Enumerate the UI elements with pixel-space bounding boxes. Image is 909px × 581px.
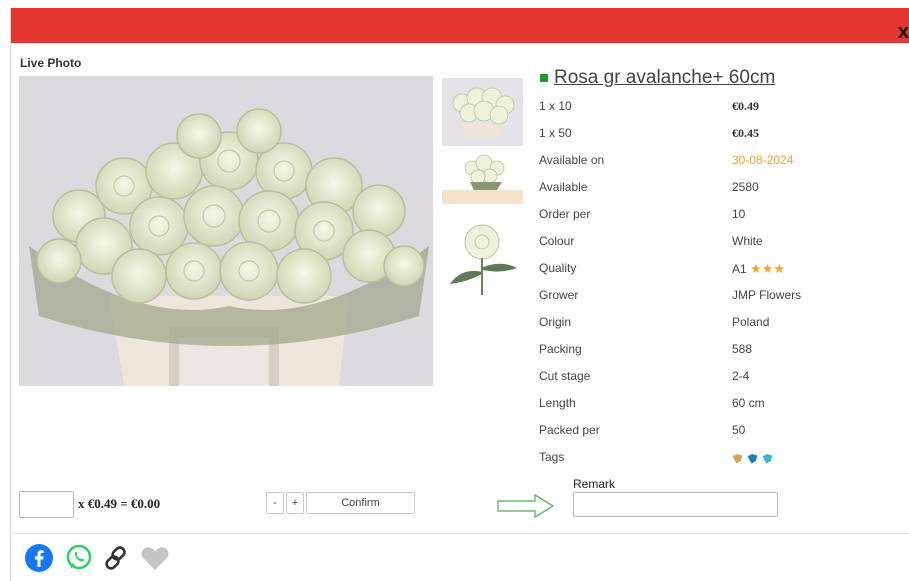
quality-grade: A1 [732, 262, 747, 276]
link-icon[interactable] [102, 543, 132, 573]
modal-header: x [10, 8, 909, 43]
price-formula: x €0.49 = €0.00 [78, 496, 161, 511]
thumbnail-3[interactable] [442, 212, 523, 295]
confirm-button[interactable]: Confirm [306, 492, 415, 514]
increase-button[interactable]: + [286, 492, 304, 514]
tags-value [732, 450, 882, 467]
spec-label: Origin [539, 315, 572, 329]
spec-label: Length [539, 396, 576, 410]
availability-indicator [540, 74, 548, 82]
spec-value: 30-08-2024 [732, 153, 794, 167]
remark-label: Remark [573, 477, 616, 491]
spec-label: Grower [539, 288, 579, 302]
modal-border [10, 8, 11, 581]
spec-label: Order per [539, 207, 591, 221]
spec-value: 60 cm [732, 396, 765, 410]
star-icon: ★ [773, 261, 785, 276]
quantity-input[interactable] [19, 491, 74, 518]
star-icon: ★ [761, 261, 774, 276]
spec-value: Poland [732, 315, 770, 329]
spec-label: 1 x 10 [539, 99, 572, 113]
spec-label: Available on [539, 153, 605, 167]
spec-label: 1 x 50 [539, 126, 572, 140]
spec-value: 2-4 [732, 369, 750, 383]
spec-value: 10 [732, 207, 746, 221]
spec-value: €0.49 [732, 99, 759, 113]
tag-icon [762, 454, 773, 464]
tag-icon [747, 454, 758, 464]
spec-label: Colour [539, 234, 575, 248]
spec-value: 588 [732, 342, 753, 356]
whatsapp-icon[interactable] [64, 543, 94, 573]
top-strip [0, 0, 909, 8]
spec-value: 2580 [732, 180, 759, 194]
spec-label: Available [539, 180, 588, 194]
spec-label: Tags [539, 450, 565, 464]
arrow-right-icon [497, 493, 555, 519]
footer-divider [10, 533, 909, 534]
tag-icon [732, 454, 743, 464]
spec-value-quality: A1 ★★★ [732, 261, 882, 277]
star-icon: ★ [750, 261, 762, 276]
live-photo-label: Live Photo [20, 56, 82, 70]
spec-value: 50 [732, 423, 746, 437]
spec-label: Packing [539, 342, 582, 356]
spec-value: JMP Flowers [732, 288, 802, 302]
decrease-button[interactable]: - [266, 492, 284, 514]
main-product-photo [19, 76, 433, 386]
heart-icon[interactable] [140, 543, 170, 573]
product-title[interactable]: Rosa gr avalanche+ 60cm [554, 67, 775, 88]
spec-value: White [732, 234, 763, 248]
spec-label: Cut stage [539, 369, 591, 383]
facebook-icon[interactable] [24, 543, 54, 573]
spec-label: Quality [539, 261, 577, 275]
remark-input[interactable] [573, 492, 778, 517]
close-icon[interactable]: x [897, 20, 909, 44]
spec-value: €0.45 [732, 126, 759, 140]
product-title-row: Rosa gr avalanche+ 60cm [540, 67, 775, 89]
spec-label: Packed per [539, 423, 600, 437]
